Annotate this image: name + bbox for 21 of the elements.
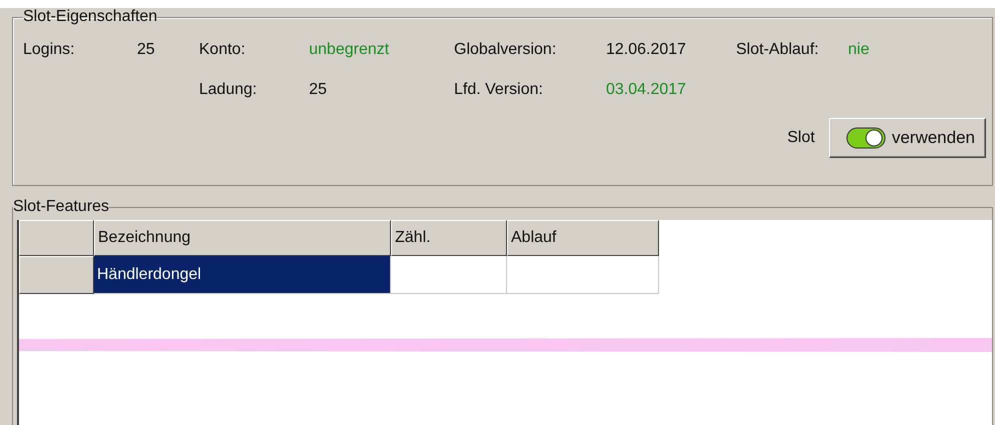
field-label: Globalversion: <box>454 41 558 59</box>
field-value: 03.04.2017 <box>606 81 688 99</box>
field-value: 12.06.2017 <box>606 41 688 59</box>
column-header[interactable]: Ablauf <box>507 220 659 256</box>
field-label: Lfd. Version: <box>454 81 544 99</box>
field-value: 25 <box>309 81 328 99</box>
field-label: Logins: <box>23 41 76 59</box>
field-value: nie <box>848 41 870 59</box>
row-header[interactable] <box>19 256 94 294</box>
field-label: Konto: <box>199 41 246 59</box>
column-header[interactable]: Zähl. <box>391 220 507 256</box>
group-title: Slot-Eigenschaften <box>23 8 158 26</box>
use-toggle-button[interactable]: verwenden <box>828 118 986 158</box>
field-label: Ladung: <box>199 81 258 99</box>
slot-label: Slot <box>787 129 815 147</box>
table-cell: Händlerdongel <box>94 256 391 294</box>
column-header[interactable]: Bezeichnung <box>94 220 391 256</box>
field-value: unbegrenzt <box>309 41 390 59</box>
field-label: Slot-Ablauf: <box>736 41 820 59</box>
field-value: 25 <box>137 41 156 59</box>
group-title: Slot-Features <box>13 198 110 216</box>
